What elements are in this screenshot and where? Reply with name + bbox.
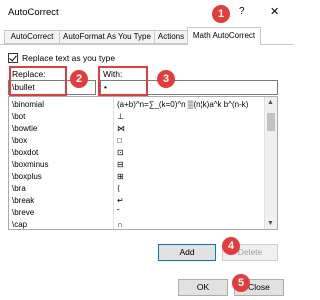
callout-marker-2: 2 <box>70 70 88 88</box>
entry-replace: \binomial <box>12 100 45 109</box>
dialog-title: AutoCorrect <box>8 7 59 18</box>
entry-with: ⊡ <box>117 148 124 157</box>
tab-actions[interactable]: Actions <box>154 30 188 44</box>
entries-list[interactable]: \binomial (a+b)^n=∑_(k=0)^n ▒(n¦k)a^k b^(… <box>8 96 278 230</box>
help-button[interactable]: ? <box>239 6 245 17</box>
scroll-up-arrow-icon[interactable]: ▲ <box>267 99 274 106</box>
tab-autocorrect[interactable]: AutoCorrect <box>4 30 60 44</box>
entry-with: ⊥ <box>117 112 124 121</box>
tab-strip: AutoCorrect AutoFormat As You Type Actio… <box>0 27 294 45</box>
ok-button[interactable]: OK <box>178 279 228 296</box>
replace-highlight <box>9 66 67 96</box>
entry-replace: \bowtie <box>12 124 38 133</box>
entry-replace: \breve <box>12 208 35 217</box>
entry-replace: \boxminus <box>12 160 49 169</box>
with-highlight <box>98 66 148 96</box>
title-bar: AutoCorrect ? ✕ <box>0 0 294 26</box>
entry-with: ↵ <box>117 196 124 205</box>
list-item[interactable]: \boxplus ⊞ <box>9 171 265 183</box>
replace-text-label: Replace text as you type <box>22 53 116 63</box>
entry-replace: \boxplus <box>12 172 42 181</box>
entry-with: ⋈ <box>117 124 125 133</box>
list-item[interactable]: \boxminus ⊟ <box>9 159 265 171</box>
replace-text-option[interactable]: Replace text as you type <box>8 52 115 64</box>
entry-with: □ <box>117 136 122 145</box>
entry-with: ⊞ <box>117 172 124 181</box>
list-item[interactable]: \break ↵ <box>9 195 265 207</box>
entry-replace: \box <box>12 136 28 145</box>
scroll-down-arrow-icon[interactable]: ▼ <box>267 220 274 227</box>
scroll-thumb[interactable] <box>267 113 275 131</box>
close-icon[interactable]: ✕ <box>270 5 279 18</box>
list-item[interactable]: \binomial (a+b)^n=∑_(k=0)^n ▒(n¦k)a^k b^(… <box>9 99 265 111</box>
callout-marker-4: 4 <box>222 237 240 255</box>
entry-replace: \boxdot <box>12 148 39 157</box>
replace-text-checkbox[interactable] <box>8 53 18 63</box>
list-item[interactable]: \bot ⊥ <box>9 111 265 123</box>
list-item[interactable]: \bra ⟨ <box>9 183 265 195</box>
list-item[interactable]: \bowtie ⋈ <box>9 123 265 135</box>
entry-with: ⟨ <box>117 184 121 193</box>
entry-with: ∩ <box>117 220 123 229</box>
entry-with: ⊟ <box>117 160 124 169</box>
entry-with: (a+b)^n=∑_(k=0)^n ▒(n¦k)a^k b^(n-k) <box>117 100 249 109</box>
entry-replace: \bot <box>12 112 26 121</box>
entry-replace: \break <box>12 196 35 205</box>
entry-replace: \bra <box>12 184 26 193</box>
add-button[interactable]: Add <box>158 244 216 261</box>
callout-marker-1: 1 <box>212 5 230 23</box>
tab-autoformat-as-you-type[interactable]: AutoFormat As You Type <box>59 30 155 44</box>
callout-marker-3: 3 <box>157 70 175 88</box>
list-item[interactable]: \boxdot ⊡ <box>9 147 265 159</box>
tab-math-autocorrect[interactable]: Math AutoCorrect <box>187 27 261 45</box>
list-item[interactable]: \breve ˘ <box>9 207 265 219</box>
entry-replace: \cap <box>12 220 28 229</box>
list-scrollbar[interactable]: ▲ ▼ <box>264 97 277 229</box>
list-item[interactable]: \cap ∩ <box>9 219 265 229</box>
list-item[interactable]: \box □ <box>9 135 265 147</box>
entry-with: ˘ <box>117 208 120 217</box>
callout-marker-5: 5 <box>232 274 250 292</box>
